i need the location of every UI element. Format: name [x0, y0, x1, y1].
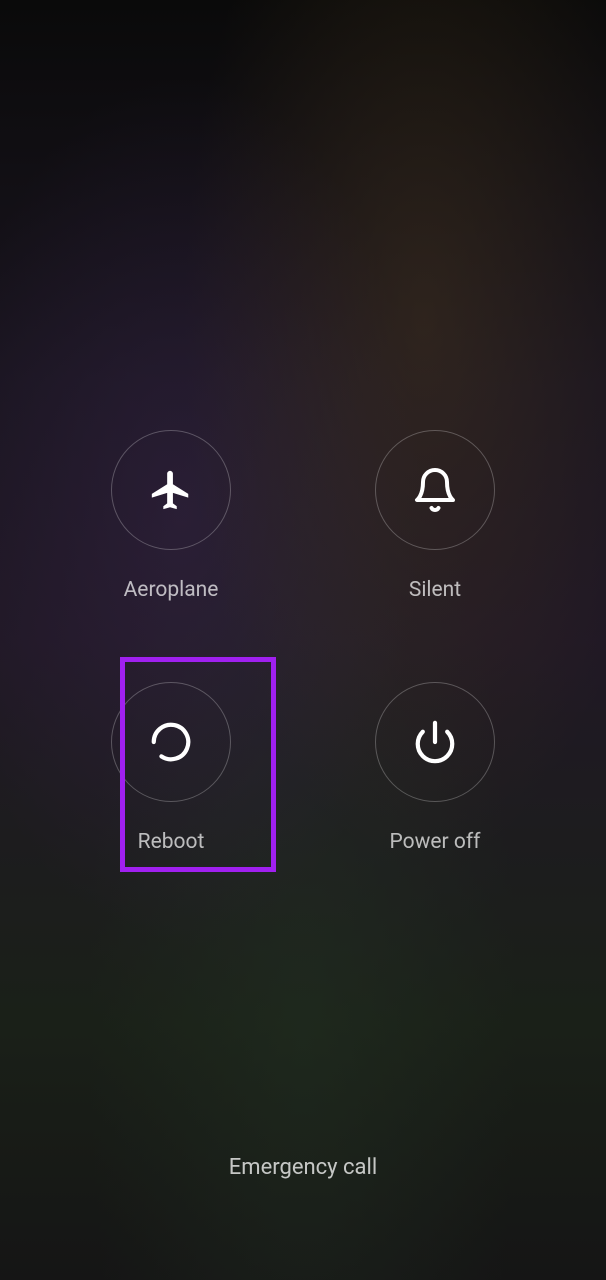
poweroff-label: Power off: [390, 830, 481, 854]
aeroplane-circle: [111, 430, 231, 550]
poweroff-circle: [375, 682, 495, 802]
silent-label: Silent: [409, 578, 461, 602]
silent-circle: [375, 430, 495, 550]
aeroplane-icon: [148, 467, 194, 513]
reboot-icon: [148, 719, 194, 765]
emergency-call-button[interactable]: Emergency call: [229, 1155, 377, 1180]
aeroplane-option[interactable]: Aeroplane: [68, 430, 274, 602]
reboot-label: Reboot: [138, 830, 205, 854]
reboot-option[interactable]: Reboot: [68, 682, 274, 854]
power-menu-grid: Aeroplane Silent Reboot: [68, 430, 538, 854]
bell-icon: [411, 466, 459, 514]
aeroplane-label: Aeroplane: [124, 578, 219, 602]
power-icon: [412, 719, 458, 765]
silent-option[interactable]: Silent: [332, 430, 538, 602]
reboot-circle: [111, 682, 231, 802]
poweroff-option[interactable]: Power off: [332, 682, 538, 854]
